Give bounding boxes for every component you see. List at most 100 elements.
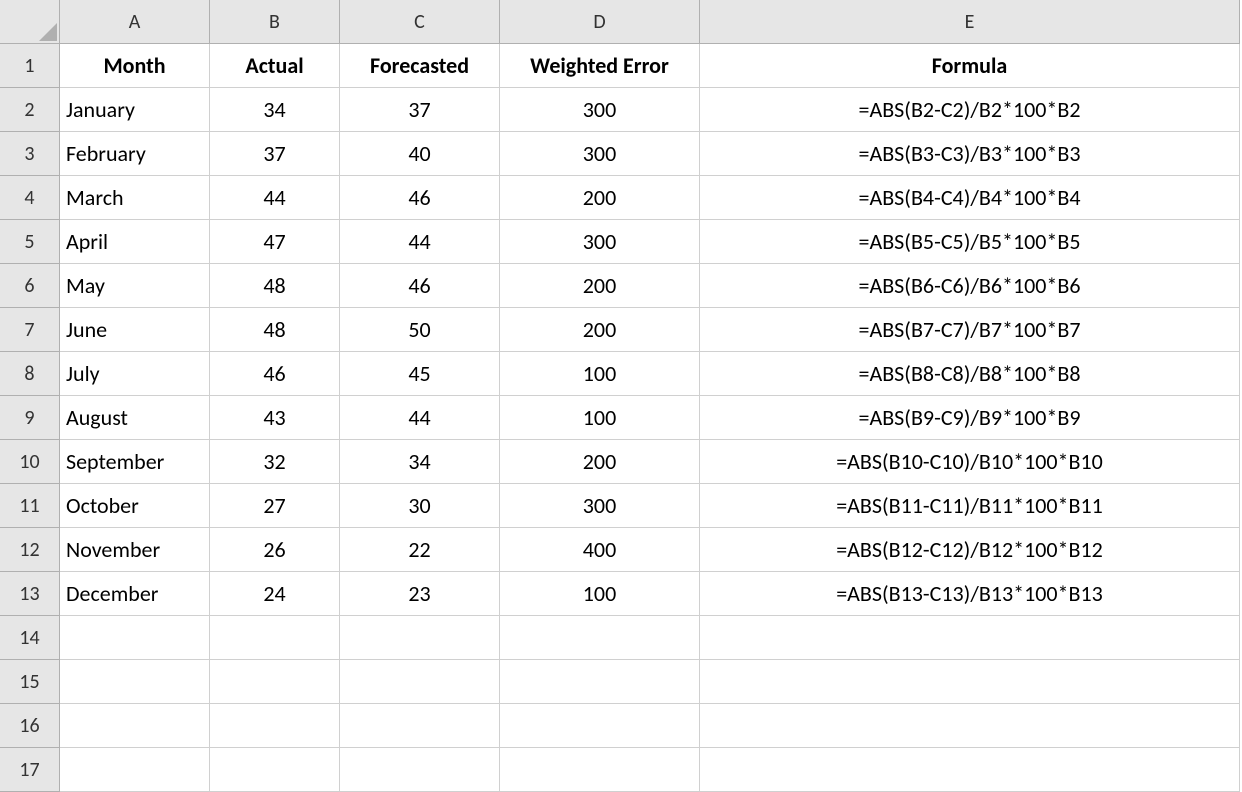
- cell-D12[interactable]: 400: [500, 528, 700, 572]
- cell-D15[interactable]: [500, 660, 700, 704]
- cell-A14[interactable]: [60, 616, 210, 660]
- cell-C15[interactable]: [340, 660, 500, 704]
- cell-A10[interactable]: September: [60, 440, 210, 484]
- row-header-13[interactable]: 13: [0, 572, 60, 616]
- cell-B2[interactable]: 34: [210, 88, 340, 132]
- cell-A6[interactable]: May: [60, 264, 210, 308]
- row-header-1[interactable]: 1: [0, 44, 60, 88]
- cell-B10[interactable]: 32: [210, 440, 340, 484]
- cell-D17[interactable]: [500, 748, 700, 792]
- cell-A3[interactable]: February: [60, 132, 210, 176]
- cell-A9[interactable]: August: [60, 396, 210, 440]
- cell-E13[interactable]: =ABS(B13-C13)/B13*100*B13: [700, 572, 1240, 616]
- cell-D7[interactable]: 200: [500, 308, 700, 352]
- cell-C3[interactable]: 40: [340, 132, 500, 176]
- cell-B12[interactable]: 26: [210, 528, 340, 572]
- cell-C7[interactable]: 50: [340, 308, 500, 352]
- cell-B6[interactable]: 48: [210, 264, 340, 308]
- cell-E1[interactable]: Formula: [700, 44, 1240, 88]
- row-header-6[interactable]: 6: [0, 264, 60, 308]
- cell-E3[interactable]: =ABS(B3-C3)/B3*100*B3: [700, 132, 1240, 176]
- cell-E5[interactable]: =ABS(B5-C5)/B5*100*B5: [700, 220, 1240, 264]
- cell-E8[interactable]: =ABS(B8-C8)/B8*100*B8: [700, 352, 1240, 396]
- cell-D14[interactable]: [500, 616, 700, 660]
- select-all-corner[interactable]: [0, 0, 60, 44]
- cell-C12[interactable]: 22: [340, 528, 500, 572]
- cell-C9[interactable]: 44: [340, 396, 500, 440]
- row-header-11[interactable]: 11: [0, 484, 60, 528]
- cell-A13[interactable]: December: [60, 572, 210, 616]
- cell-E16[interactable]: [700, 704, 1240, 748]
- cell-A15[interactable]: [60, 660, 210, 704]
- col-header-C[interactable]: C: [340, 0, 500, 44]
- cell-D8[interactable]: 100: [500, 352, 700, 396]
- cell-A1[interactable]: Month: [60, 44, 210, 88]
- col-header-E[interactable]: E: [700, 0, 1240, 44]
- col-header-A[interactable]: A: [60, 0, 210, 44]
- cell-D3[interactable]: 300: [500, 132, 700, 176]
- cell-A8[interactable]: July: [60, 352, 210, 396]
- cell-A4[interactable]: March: [60, 176, 210, 220]
- cell-C2[interactable]: 37: [340, 88, 500, 132]
- cell-A7[interactable]: June: [60, 308, 210, 352]
- cell-D5[interactable]: 300: [500, 220, 700, 264]
- cell-E15[interactable]: [700, 660, 1240, 704]
- cell-B4[interactable]: 44: [210, 176, 340, 220]
- row-header-14[interactable]: 14: [0, 616, 60, 660]
- row-header-7[interactable]: 7: [0, 308, 60, 352]
- cell-B17[interactable]: [210, 748, 340, 792]
- cell-B1[interactable]: Actual: [210, 44, 340, 88]
- row-header-17[interactable]: 17: [0, 748, 60, 792]
- row-header-8[interactable]: 8: [0, 352, 60, 396]
- cell-B7[interactable]: 48: [210, 308, 340, 352]
- cell-E12[interactable]: =ABS(B12-C12)/B12*100*B12: [700, 528, 1240, 572]
- col-header-D[interactable]: D: [500, 0, 700, 44]
- row-header-9[interactable]: 9: [0, 396, 60, 440]
- cell-C4[interactable]: 46: [340, 176, 500, 220]
- row-header-15[interactable]: 15: [0, 660, 60, 704]
- row-header-16[interactable]: 16: [0, 704, 60, 748]
- cell-B11[interactable]: 27: [210, 484, 340, 528]
- col-header-B[interactable]: B: [210, 0, 340, 44]
- cell-E6[interactable]: =ABS(B6-C6)/B6*100*B6: [700, 264, 1240, 308]
- cell-B13[interactable]: 24: [210, 572, 340, 616]
- cell-E4[interactable]: =ABS(B4-C4)/B4*100*B4: [700, 176, 1240, 220]
- cell-C5[interactable]: 44: [340, 220, 500, 264]
- cell-D2[interactable]: 300: [500, 88, 700, 132]
- cell-B8[interactable]: 46: [210, 352, 340, 396]
- cell-E2[interactable]: =ABS(B2-C2)/B2*100*B2: [700, 88, 1240, 132]
- cell-B9[interactable]: 43: [210, 396, 340, 440]
- row-header-2[interactable]: 2: [0, 88, 60, 132]
- cell-C6[interactable]: 46: [340, 264, 500, 308]
- cell-B3[interactable]: 37: [210, 132, 340, 176]
- cell-C17[interactable]: [340, 748, 500, 792]
- row-header-12[interactable]: 12: [0, 528, 60, 572]
- cell-A12[interactable]: November: [60, 528, 210, 572]
- cell-A17[interactable]: [60, 748, 210, 792]
- row-header-5[interactable]: 5: [0, 220, 60, 264]
- cell-B15[interactable]: [210, 660, 340, 704]
- cell-C16[interactable]: [340, 704, 500, 748]
- cell-D13[interactable]: 100: [500, 572, 700, 616]
- cell-D6[interactable]: 200: [500, 264, 700, 308]
- row-header-4[interactable]: 4: [0, 176, 60, 220]
- spreadsheet-grid[interactable]: ABCDE 1MonthActualForecastedWeighted Erro…: [0, 0, 1242, 792]
- cell-A16[interactable]: [60, 704, 210, 748]
- cell-B14[interactable]: [210, 616, 340, 660]
- cell-B16[interactable]: [210, 704, 340, 748]
- cell-E11[interactable]: =ABS(B11-C11)/B11*100*B11: [700, 484, 1240, 528]
- row-header-10[interactable]: 10: [0, 440, 60, 484]
- cell-A2[interactable]: January: [60, 88, 210, 132]
- cell-E9[interactable]: =ABS(B9-C9)/B9*100*B9: [700, 396, 1240, 440]
- cell-D4[interactable]: 200: [500, 176, 700, 220]
- cell-E10[interactable]: =ABS(B10-C10)/B10*100*B10: [700, 440, 1240, 484]
- cell-E17[interactable]: [700, 748, 1240, 792]
- cell-C8[interactable]: 45: [340, 352, 500, 396]
- cell-E7[interactable]: =ABS(B7-C7)/B7*100*B7: [700, 308, 1240, 352]
- cell-D10[interactable]: 200: [500, 440, 700, 484]
- cell-C14[interactable]: [340, 616, 500, 660]
- cell-C1[interactable]: Forecasted: [340, 44, 500, 88]
- cell-D1[interactable]: Weighted Error: [500, 44, 700, 88]
- cell-B5[interactable]: 47: [210, 220, 340, 264]
- cell-A11[interactable]: October: [60, 484, 210, 528]
